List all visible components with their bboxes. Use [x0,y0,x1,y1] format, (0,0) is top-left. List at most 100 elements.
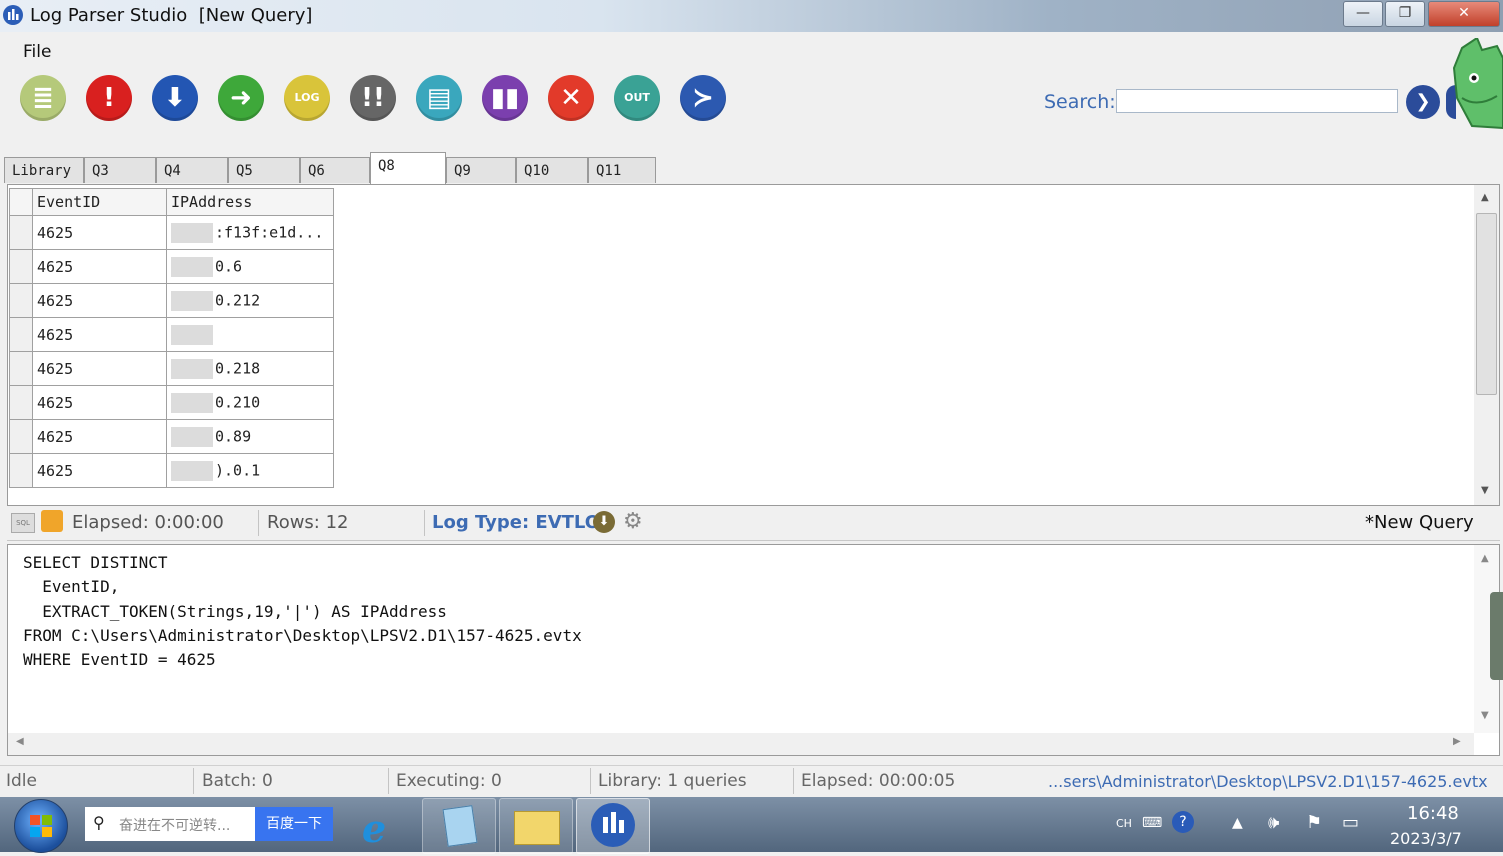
grid-scroll-thumb[interactable] [1476,213,1497,395]
editor-horizontal-scrollbar[interactable]: ◀ ▶ [8,733,1474,755]
double-alert-icon[interactable]: !! [350,75,396,121]
network-icon[interactable]: ▭ [1342,812,1359,833]
table-row[interactable]: 4625 0.210 [9,385,334,420]
cell-eventid[interactable]: 4625 [32,215,167,250]
alert-icon[interactable]: ! [86,75,132,121]
tab-q8[interactable]: Q8 [370,152,446,185]
download-log-icon[interactable]: ⬇ [593,511,615,533]
row-header[interactable] [9,453,33,488]
taskbar-explorer[interactable] [499,798,573,854]
cell-eventid[interactable]: 4625 [32,453,167,488]
language-indicator[interactable]: CH [1116,817,1132,830]
row-header[interactable] [9,283,33,318]
tab-q9[interactable]: Q9 [446,157,516,183]
scroll-up-icon[interactable]: ▲ [1481,192,1489,203]
help-icon[interactable]: ? [1172,811,1194,833]
table-row[interactable]: 4625 [9,317,334,352]
divider [424,510,425,536]
taskbar-search[interactable]: ⚲ 奋进在不可逆转... [85,807,255,841]
table-row[interactable]: 4625:f13f:e1d... [9,215,334,250]
column-header-eventid[interactable]: EventID [32,188,167,216]
notepad-icon [442,805,478,847]
cell-ipaddress[interactable]: 0.210 [166,385,334,420]
menu-file[interactable]: File [23,42,51,62]
cell-ipaddress[interactable]: ).0.1 [166,453,334,488]
baidu-search-button[interactable]: 百度一下 [255,807,333,841]
taskbar-ie[interactable]: e [345,798,417,852]
cell-ipaddress[interactable]: 0.212 [166,283,334,318]
grid-vertical-scrollbar[interactable]: ▲ ▼ [1474,185,1499,505]
show-hidden-icons[interactable]: ▲ [1232,815,1243,831]
cell-ipaddress[interactable]: 0.218 [166,351,334,386]
maximize-button[interactable]: ❐ [1385,1,1425,27]
run-icon[interactable]: ➜ [218,75,264,121]
scroll-down-icon[interactable]: ▼ [1481,485,1489,496]
volume-icon[interactable]: 🕪 [1268,812,1279,833]
tab-q5[interactable]: Q5 [228,157,300,183]
scroll-up-icon[interactable]: ▲ [1481,553,1489,564]
status-file-path[interactable]: ...sers\Administrator\Desktop\LPSV2.D1\1… [1048,772,1488,791]
row-header[interactable] [9,351,33,386]
scroll-down-icon[interactable]: ▼ [1481,710,1489,721]
cell-eventid[interactable]: 4625 [32,283,167,318]
query-editor[interactable]: SELECT DISTINCT EventID, EXTRACT_TOKEN(S… [7,544,1500,756]
settings-gear-icon[interactable]: ⚙ [623,509,643,534]
start-button[interactable] [14,799,68,853]
scroll-right-icon[interactable]: ▶ [1453,736,1461,747]
status-state: Idle [6,771,37,791]
row-header[interactable] [9,317,33,352]
search-input[interactable] [1116,89,1398,113]
search-go-button[interactable]: ❯ [1406,85,1440,119]
document-icon[interactable]: ▤ [416,75,462,121]
results-grid[interactable]: EventID IPAddress 4625:f13f:e1d... 4625 0.… [7,184,1500,506]
powershell-icon[interactable]: ≻ [680,75,726,121]
table-row[interactable]: 4625 0.212 [9,283,334,318]
tab-q3[interactable]: Q3 [84,157,156,183]
cell-eventid[interactable]: 4625 [32,385,167,420]
cell-ipaddress[interactable]: 0.89 [166,419,334,454]
action-center-flag-icon[interactable]: ⚑ [1306,812,1322,833]
tab-q10[interactable]: Q10 [516,157,588,183]
table-row[interactable]: 4625 0.218 [9,351,334,386]
row-header[interactable] [9,215,33,250]
cell-ipaddress[interactable] [166,317,334,352]
tab-q11[interactable]: Q11 [588,157,656,183]
log-type[interactable]: Log Type: EVTLOG [432,512,615,533]
new-query-icon[interactable]: ≣ [20,75,66,121]
close-button[interactable]: ✕ [1428,1,1500,27]
cell-eventid[interactable]: 4625 [32,317,167,352]
tab-library[interactable]: Library [4,157,84,183]
row-header[interactable] [9,419,33,454]
row-header[interactable] [9,249,33,284]
taskbar-notepad[interactable] [422,798,496,854]
table-row[interactable]: 4625).0.1 [9,453,334,488]
cell-eventid[interactable]: 4625 [32,351,167,386]
tab-q6[interactable]: Q6 [300,157,370,183]
side-widget-handle[interactable] [1490,592,1503,680]
divider [388,768,389,794]
download-icon[interactable]: ⬇ [152,75,198,121]
minimize-button[interactable]: — [1343,1,1383,27]
query-text[interactable]: SELECT DISTINCT EventID, EXTRACT_TOKEN(S… [23,551,582,672]
cell-ipaddress[interactable]: :f13f:e1d... [166,215,334,250]
status-executing: Executing: 0 [396,771,502,791]
table-row[interactable]: 4625 0.89 [9,419,334,454]
scroll-left-icon[interactable]: ◀ [16,736,24,747]
cell-eventid[interactable]: 4625 [32,419,167,454]
cell-eventid[interactable]: 4625 [32,249,167,284]
keyboard-icon[interactable]: ⌨ [1142,815,1162,831]
table-row[interactable]: 4625 0.6 [9,249,334,284]
chart-icon[interactable]: ▮▮ [482,75,528,121]
out-icon[interactable]: OUT [614,75,660,121]
query-elapsed: Elapsed: 0:00:00 [72,512,224,533]
cell-ipaddress[interactable]: 0.6 [166,249,334,284]
clock-time[interactable]: 16:48 [1407,803,1459,824]
taskbar-logparser[interactable] [576,798,650,854]
log-icon[interactable]: LOG [284,75,330,121]
row-header[interactable] [9,385,33,420]
clock-date[interactable]: 2023/3/7 [1390,829,1462,848]
tab-q4[interactable]: Q4 [156,157,228,183]
divider [590,768,591,794]
column-header-ipaddress[interactable]: IPAddress [166,188,334,216]
cancel-icon[interactable]: ✕ [548,75,594,121]
